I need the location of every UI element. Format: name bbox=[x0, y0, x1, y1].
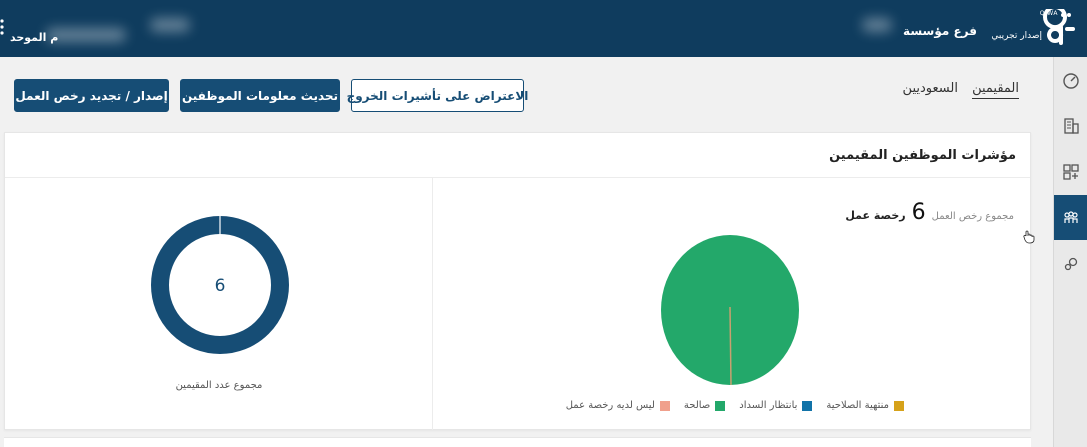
redacted-org-name bbox=[46, 28, 126, 42]
issue-renew-permits-button[interactable]: إصدار / تجديد رخص العمل bbox=[14, 79, 169, 112]
dashboard-icon bbox=[1063, 72, 1079, 89]
residents-donut-chart[interactable]: 6 bbox=[150, 215, 290, 355]
legend-swatch bbox=[659, 400, 670, 411]
legend-item-no-permit[interactable]: ليس لديه رخصة عمل bbox=[566, 400, 670, 411]
legend-label: صالحة bbox=[683, 400, 711, 411]
residents-total-value: 6 bbox=[215, 276, 226, 296]
pie-seam-line bbox=[729, 306, 732, 386]
rail-item-dashboard[interactable] bbox=[1054, 57, 1087, 102]
brand-caption: إصدار تجريبي bbox=[991, 31, 1042, 41]
more-menu-icon[interactable] bbox=[0, 18, 4, 36]
apps-add-icon bbox=[1063, 163, 1079, 180]
legend-swatch bbox=[802, 400, 813, 411]
top-bar: م الموحد فرع مؤسسة إصدار تجريبي QIWA bbox=[0, 0, 1087, 57]
qiwa-logo-icon[interactable] bbox=[1041, 9, 1075, 47]
permits-unit: رخصة عمل bbox=[845, 209, 906, 222]
card-title: مؤشرات الموظفين المقيمين bbox=[829, 148, 1016, 163]
employees-icon bbox=[1064, 210, 1078, 223]
permits-total-stat: مجموع رخص العمل 6 رخصة عمل bbox=[845, 200, 1014, 225]
next-card-edge bbox=[4, 437, 1031, 447]
card-column-divider bbox=[432, 178, 433, 430]
legend-swatch bbox=[715, 400, 726, 411]
legend-item-expired[interactable]: منتهية الصلاحية bbox=[826, 400, 904, 411]
legend-label: بانتظار السداد bbox=[739, 400, 798, 411]
update-employee-info-button[interactable]: تحديث معلومات الموظفين bbox=[180, 79, 340, 112]
side-rail bbox=[1053, 57, 1087, 447]
rail-item-employees[interactable] bbox=[1054, 195, 1087, 240]
rail-item-establishment[interactable] bbox=[1054, 103, 1087, 148]
permits-status-pie-chart[interactable] bbox=[660, 234, 800, 386]
legend-item-valid[interactable]: صالحة bbox=[683, 400, 726, 411]
tab-saudis[interactable]: السعوديين bbox=[903, 81, 958, 98]
permits-total-label: مجموع رخص العمل bbox=[931, 211, 1014, 222]
hand-cursor-icon bbox=[1023, 230, 1035, 244]
legend-swatch bbox=[894, 400, 904, 411]
redacted-user bbox=[862, 18, 892, 32]
card-divider bbox=[5, 177, 1030, 178]
pie-legend: منتهية الصلاحية بانتظار السداد صالحة ليس… bbox=[566, 400, 904, 411]
resident-indicators-card: مؤشرات الموظفين المقيمين مجموع رخص العمل… bbox=[4, 132, 1031, 430]
redacted-org-id bbox=[150, 18, 190, 32]
permits-total-value: 6 bbox=[911, 200, 926, 225]
employee-type-tabs: المقيمين السعوديين bbox=[893, 81, 1019, 99]
tab-residents[interactable]: المقيمين bbox=[972, 81, 1019, 99]
rail-item-settings[interactable] bbox=[1054, 241, 1087, 286]
settings-gears-icon bbox=[1064, 257, 1078, 270]
rail-item-services[interactable] bbox=[1054, 149, 1087, 194]
building-icon bbox=[1064, 117, 1079, 134]
legend-label: منتهية الصلاحية bbox=[826, 400, 889, 411]
exit-visa-objection-button[interactable]: الاعتراض على تأشيرات الخروج bbox=[347, 79, 528, 112]
branch-label[interactable]: فرع مؤسسة bbox=[903, 24, 977, 38]
residents-total-label: مجموع عدد المقيمين bbox=[175, 380, 263, 391]
legend-item-pending-payment[interactable]: بانتظار السداد bbox=[739, 400, 813, 411]
legend-label: ليس لديه رخصة عمل bbox=[565, 400, 655, 411]
